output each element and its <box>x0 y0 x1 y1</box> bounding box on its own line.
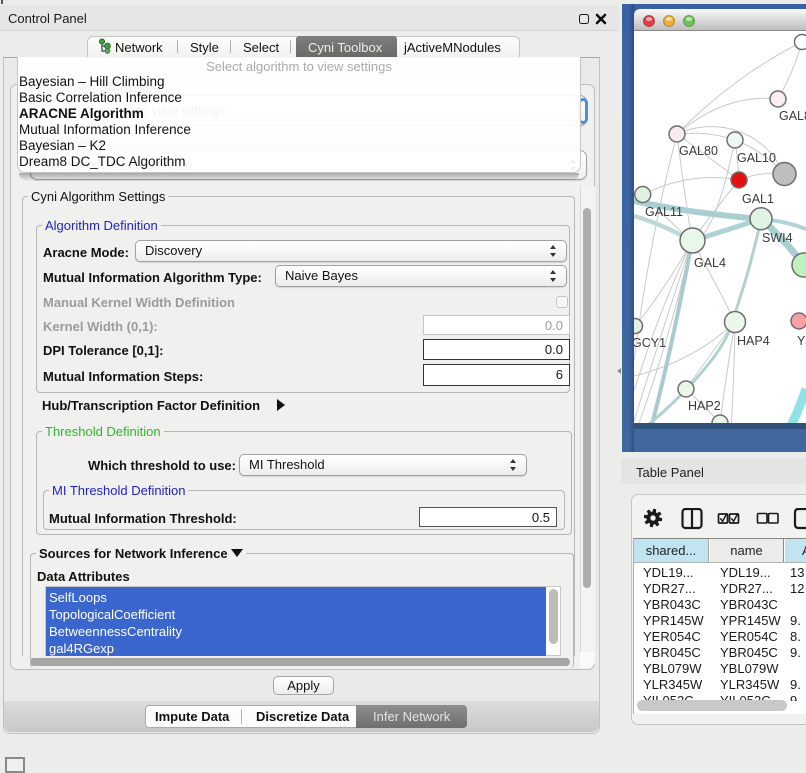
svg-text:YJ: YJ <box>797 334 806 348</box>
svg-text:GCY1: GCY1 <box>634 336 666 350</box>
svg-text:HAP2: HAP2 <box>688 399 721 413</box>
svg-text:GAL80: GAL80 <box>679 144 718 158</box>
svg-text:SWI4: SWI4 <box>762 231 793 245</box>
svg-text:GAL1: GAL1 <box>742 192 774 206</box>
svg-text:HAP4: HAP4 <box>737 334 770 348</box>
svg-text:GAL80: GAL80 <box>779 109 806 123</box>
svg-text:GAL11: GAL11 <box>645 205 683 219</box>
svg-text:GAL4: GAL4 <box>694 256 726 270</box>
svg-text:GAL10: GAL10 <box>737 151 776 165</box>
